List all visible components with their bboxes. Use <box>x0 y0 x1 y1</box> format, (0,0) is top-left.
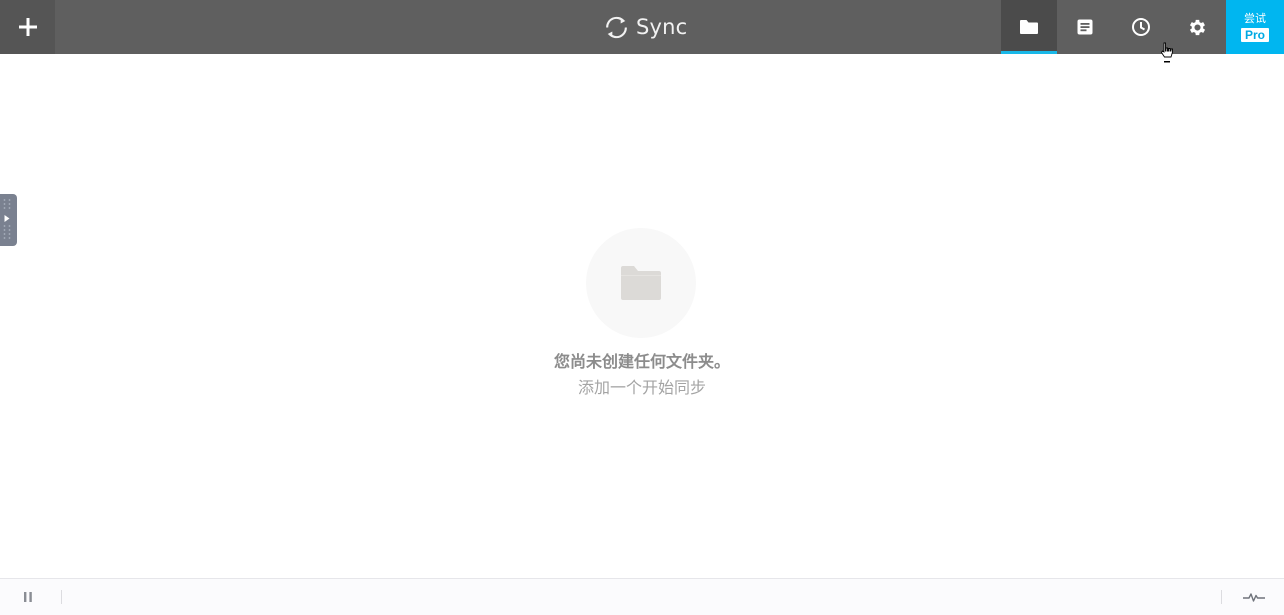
grip-dots-icon <box>3 199 11 239</box>
app-title: Sync <box>636 15 688 39</box>
folder-icon <box>1020 20 1038 34</box>
empty-state-title: 您尚未创建任何文件夹。 <box>553 354 730 371</box>
folder-icon <box>621 266 661 300</box>
pause-sync-button[interactable] <box>18 588 38 606</box>
tab-history[interactable] <box>1113 0 1169 54</box>
empty-state-illustration <box>586 228 696 338</box>
pause-icon <box>24 592 32 602</box>
add-folder-button[interactable] <box>0 0 55 54</box>
tab-folders[interactable] <box>1001 0 1057 54</box>
try-pro-label: 尝试 <box>1244 12 1266 25</box>
pro-badge: Pro <box>1240 27 1269 42</box>
sync-logo-icon <box>606 16 627 38</box>
clock-icon <box>1132 18 1150 36</box>
side-drawer-handle[interactable] <box>0 194 17 246</box>
tab-transfers[interactable] <box>1057 0 1113 54</box>
status-divider <box>61 590 62 604</box>
network-activity-button[interactable] <box>1242 588 1266 606</box>
activity-icon <box>1243 593 1265 602</box>
gear-icon <box>1189 19 1205 35</box>
empty-state-subtitle: 添加一个开始同步 <box>577 380 706 397</box>
try-pro-button[interactable]: 尝试 Pro <box>1226 0 1284 54</box>
document-icon <box>1077 19 1093 35</box>
expand-arrow-icon <box>4 215 10 222</box>
tab-settings[interactable] <box>1169 0 1225 54</box>
status-divider <box>1221 590 1222 604</box>
sync-app-window: Sync 尝试 Pro 您尚未创建任何文件夹。 添加一个开始同步 <box>0 0 1284 615</box>
top-bar: Sync 尝试 Pro <box>0 0 1284 54</box>
status-bar <box>0 578 1284 615</box>
app-brand: Sync <box>603 0 687 54</box>
plus-icon <box>18 18 37 36</box>
